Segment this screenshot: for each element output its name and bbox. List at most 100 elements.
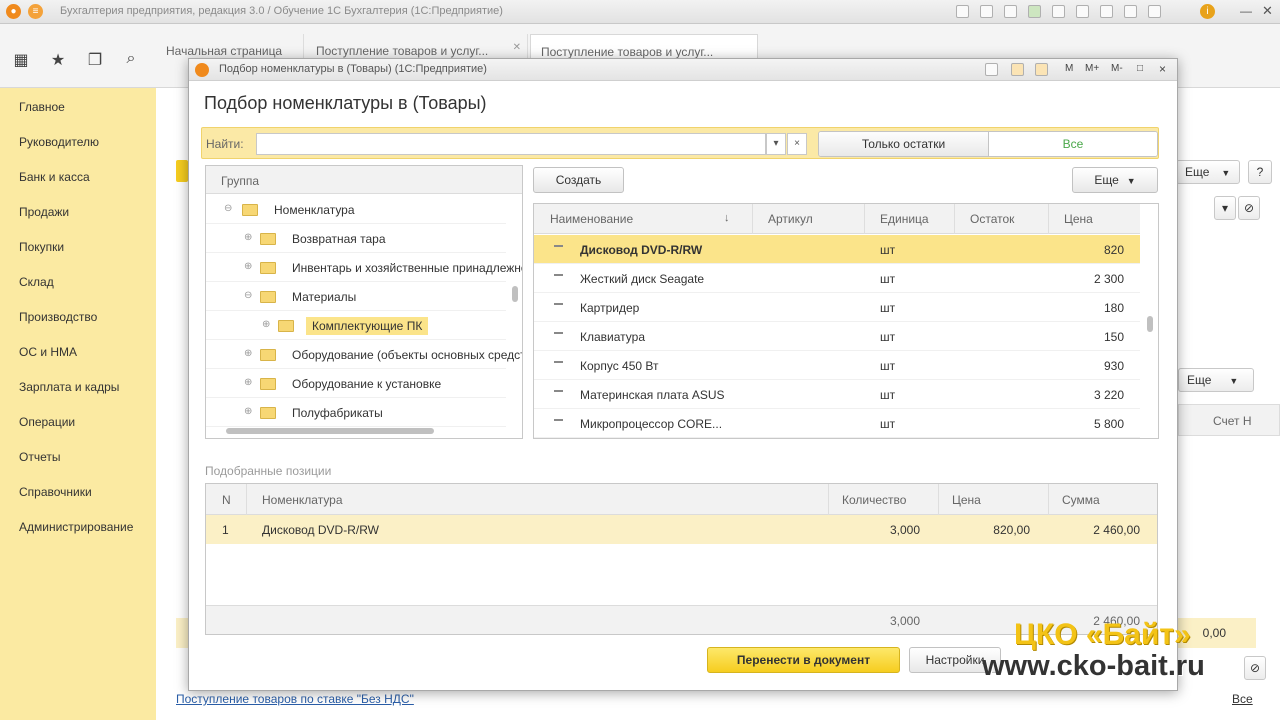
calculator-icon[interactable] [1076,5,1089,18]
tree-item[interactable]: ⊕ Инвентарь и хозяйственные принадлежнос… [206,253,522,282]
sidebar-item-reports[interactable]: Отчеты [19,450,60,464]
expand-icon[interactable]: ⊕ [244,261,252,272]
tree-item[interactable]: ⊕ Оборудование к установке [206,369,506,398]
sort-arrow-icon[interactable]: ↓ [724,212,730,224]
tree-item[interactable]: ⊖ Материалы [206,282,506,311]
expand-icon[interactable]: ⊕ [244,377,252,388]
sidebar-item-warehouse[interactable]: Склад [19,275,54,289]
memory-minus-button[interactable]: M- [1111,63,1123,74]
table-row-selected[interactable]: Дисковод DVD-R/RW шт 820 [534,235,1140,264]
dialog-close-icon[interactable]: × [1159,62,1166,76]
row-price[interactable]: 820,00 [956,523,1030,537]
sidebar-item-manager[interactable]: Руководителю [19,135,99,149]
memory-icon[interactable] [1100,5,1113,18]
tree-item-label: Материалы [292,290,357,304]
sidebar-item-production[interactable]: Производство [19,310,97,324]
bg-open-icon[interactable]: ⊘ [1238,196,1260,220]
memory-plus-button[interactable]: M+ [1085,63,1099,74]
sidebar-item-admin[interactable]: Администрирование [19,520,133,534]
help-button[interactable]: ? [1248,160,1272,184]
sidebar-item-purchases[interactable]: Покупки [19,240,64,254]
col-rest-header[interactable]: Остаток [970,212,1014,226]
collapse-icon[interactable]: ⊖ [224,203,232,214]
create-button[interactable]: Создать [533,167,624,193]
transfer-to-document-button[interactable]: Перенести в документ [707,647,900,673]
calendar-icon[interactable] [1052,5,1065,18]
col-sum-header[interactable]: Сумма [1062,493,1100,507]
search-icon[interactable]: ⌕ [121,50,141,68]
tree-item[interactable]: ⊕ Оборудование (объекты основных средств… [206,340,522,369]
tree-vertical-scrollbar[interactable] [512,286,518,302]
expand-icon[interactable]: ⊕ [244,232,252,243]
row-sum[interactable]: 2 460,00 [1062,523,1140,537]
close-window-icon[interactable]: ✕ [1262,3,1273,19]
table-row[interactable]: Корпус 450 Вт шт 930 [534,351,1140,380]
all-link[interactable]: Все [1232,692,1253,706]
col-price-header[interactable]: Цена [952,493,981,507]
col-unit-header[interactable]: Единица [880,212,929,226]
tree-item-selected[interactable]: ⊕ Комплектующие ПК [206,311,506,340]
check-icon[interactable] [1028,5,1041,18]
history-icon[interactable] [980,5,993,18]
items-vertical-scrollbar[interactable] [1147,316,1153,332]
tree-item[interactable]: ⊖ Номенклатура [206,195,506,224]
col-nomenclature-header[interactable]: Номенклатура [262,493,343,507]
filter-only-rest-button[interactable]: Только остатки [819,132,989,156]
filter-all-button[interactable]: Все [989,132,1157,156]
bg-table-more-button[interactable]: Еще ▼ [1178,368,1254,392]
collapse-icon[interactable]: ⊖ [244,290,252,301]
table-row[interactable]: Материнская плата ASUS шт 3 220 [534,380,1140,409]
bg-more-button[interactable]: Еще ▼ [1176,160,1240,184]
search-input[interactable] [256,133,766,155]
vat-link[interactable]: Поступление товаров по ставке "Без НДС" [176,692,414,706]
more-button[interactable]: Еще ▼ [1072,167,1158,193]
sidebar-item-payroll[interactable]: Зарплата и кадры [19,380,119,394]
search-dropdown-icon[interactable]: ▾ [766,133,786,155]
table-row[interactable]: Клавиатура шт 150 [534,322,1140,351]
dialog-link-icon[interactable] [985,63,998,76]
tree-item[interactable]: ⊕ Полуфабрикаты [206,398,506,427]
sidebar-item-operations[interactable]: Операции [19,415,75,429]
col-price-header[interactable]: Цена [1064,212,1093,226]
expand-icon[interactable]: ⊕ [262,319,270,330]
sidebar-item-bank[interactable]: Банк и касса [19,170,90,184]
minimize-icon[interactable]: — [1240,4,1252,18]
zoom-icon[interactable] [1124,5,1137,18]
table-row[interactable]: Картридер шт 180 [534,293,1140,322]
info-icon[interactable]: i [1200,4,1215,19]
folder-icon [260,233,276,245]
dialog-calendar-icon[interactable] [1011,63,1024,76]
sidebar-item-main[interactable]: Главное [19,100,65,114]
history-list-icon[interactable]: ❐ [85,50,105,70]
folder-icon [260,378,276,390]
dialog-calculator-icon[interactable] [1035,63,1048,76]
memory-button[interactable]: M [1065,63,1073,74]
sidebar-item-assets[interactable]: ОС и НМА [19,345,77,359]
col-quantity-header[interactable]: Количество [842,493,906,507]
close-icon[interactable]: ✕ [513,42,521,53]
bg-primary-button[interactable] [176,160,188,182]
star-icon[interactable]: ★ [48,50,68,70]
bg-dropdown-button[interactable]: ▾ [1214,196,1236,220]
maximize-icon[interactable]: □ [1137,63,1143,74]
notes-icon[interactable] [1148,5,1161,18]
col-article-header[interactable]: Артикул [768,212,813,226]
tree-horizontal-scrollbar[interactable] [226,428,434,434]
favorites-icon[interactable] [1004,5,1017,18]
sidebar-item-directories[interactable]: Справочники [19,485,92,499]
col-n-header[interactable]: N [222,493,231,507]
expand-icon[interactable]: ⊕ [244,348,252,359]
tree-item[interactable]: ⊕ Возвратная тара [206,224,506,253]
search-clear-icon[interactable]: × [787,133,807,155]
sidebar-item-sales[interactable]: Продажи [19,205,69,219]
bg-open-icon-2[interactable]: ⊘ [1244,656,1266,680]
table-row-selected[interactable]: 1 Дисковод DVD-R/RW 3,000 820,00 2 460,0… [206,515,1157,544]
link-icon[interactable] [956,5,969,18]
table-row[interactable]: Микропроцессор CORE... шт 5 800 [534,409,1140,438]
sections-menu-icon[interactable]: ▦ [11,50,31,70]
app-menu-icon[interactable]: ≡ [28,4,43,19]
col-name-header[interactable]: Наименование [550,212,633,226]
row-quantity[interactable]: 3,000 [846,523,920,537]
expand-icon[interactable]: ⊕ [244,406,252,417]
table-row[interactable]: Жесткий диск Seagate шт 2 300 [534,264,1140,293]
